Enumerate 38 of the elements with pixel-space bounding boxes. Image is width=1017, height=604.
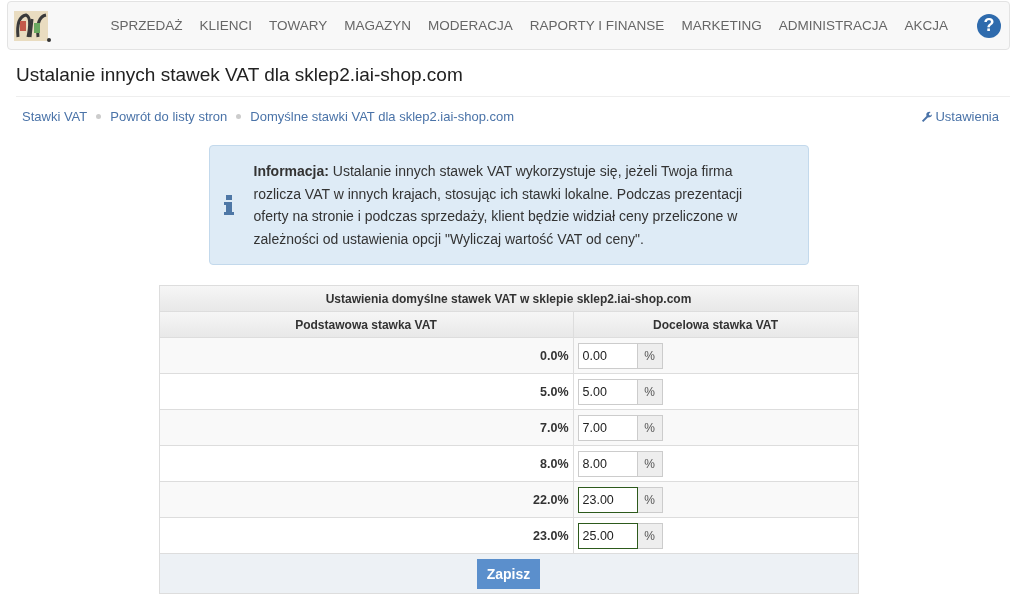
unit-addon: % [637,414,663,441]
unit-addon: % [637,342,663,369]
table-caption: Ustawienia domyślne stawek VAT w sklepie sklep2.iai-shop.com [159,286,858,312]
nav-item[interactable]: MARKETING [672,18,771,33]
nav-item[interactable]: KLIENCI [191,18,261,33]
rate-input[interactable]: 8.00 [577,450,638,477]
nav-item[interactable]: MAGAZYN [335,18,420,33]
breadcrumb-link[interactable]: Stawki VAT [22,109,88,124]
nav-item[interactable]: SPRZEDAŻ [102,18,191,33]
breadcrumb-link[interactable]: Domyślne stawki VAT dla sklep2.iai-shop.com [250,109,515,124]
rate-input[interactable]: 25.00 [577,522,638,549]
unit-addon: % [637,522,663,549]
info-text: Informacja: Ustalanie innych stawek VAT wykorzystuje się, jeżeli Twoja firma rozlicza VAT w innych krajach, stosując ich stawki lokalne. Podczas prezentacji oferty na stronie i podczas sprzedaży, klient będzie widział ceny przeliczone w zależności od ustawienia opcji "Wyliczaj wartość VAT od ceny". [253,162,744,249]
nav-item[interactable]: ADMINISTRACJA [770,18,896,33]
breadcrumb-link[interactable]: Powrót do listy stron [110,109,228,124]
table-cell: 5.0% [159,374,574,409]
nav-item[interactable]: TOWARY [260,18,336,33]
nav-item[interactable]: MODERACJA [419,18,522,33]
unit-addon: % [637,378,663,405]
unit-addon: % [637,486,663,513]
column-header: Docelowa stawka VAT [652,316,779,334]
unit-addon: % [637,450,663,477]
column-header: Podstawowa stawka VAT [159,312,574,337]
table-cell: 7.0% [159,410,574,445]
rate-input[interactable]: 5.00 [577,378,638,405]
help-icon[interactable]: ? [977,13,1001,38]
nav-item[interactable]: RAPORTY I FINANSE [521,18,673,33]
table-cell: 0.0% [159,338,574,373]
rate-input[interactable]: 7.00 [577,414,638,441]
nav-item[interactable]: AKCJA [895,18,957,33]
table-cell: 8.0% [159,446,574,481]
table-cell: 23.0% [159,518,574,553]
table-cell: 22.0% [159,482,574,517]
page-title: Ustalanie innych stawek VAT dla sklep2.iai-shop.com [16,64,1010,97]
settings-link[interactable]: Ustawienia [921,109,999,124]
rate-input[interactable]: 0.00 [577,342,638,369]
save-button[interactable]: Zapisz [476,558,541,589]
rate-input[interactable]: 23.00 [577,486,638,513]
